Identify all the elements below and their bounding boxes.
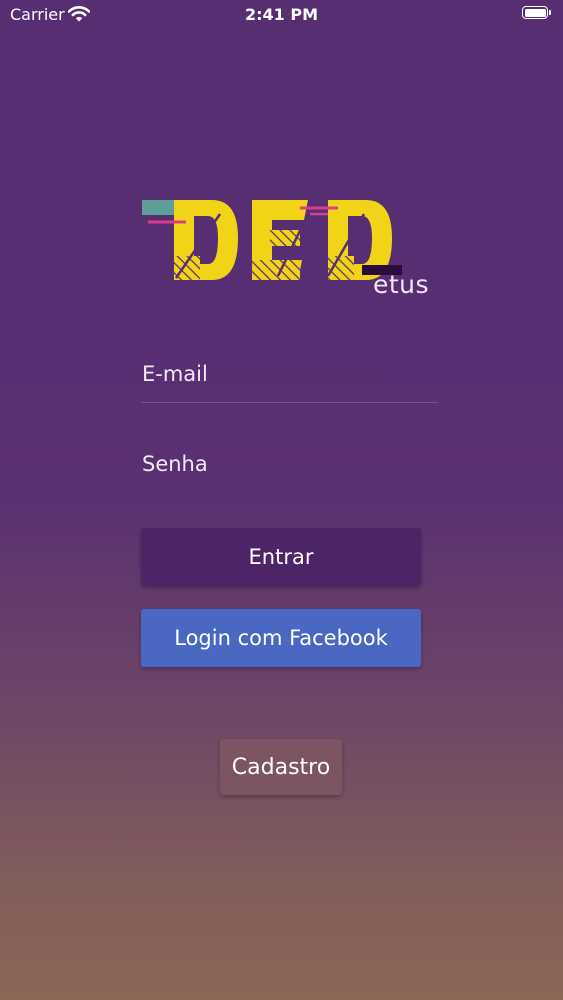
battery-icon <box>522 6 551 19</box>
login-button[interactable]: Entrar <box>141 528 421 586</box>
password-field-container <box>141 436 438 492</box>
password-field[interactable] <box>141 436 438 492</box>
email-field[interactable] <box>141 346 438 402</box>
status-bar: Carrier 2:41 PM <box>0 0 563 30</box>
facebook-login-button[interactable]: Login com Facebook <box>141 609 421 667</box>
email-field-container <box>141 346 438 403</box>
logo-subtext: etus <box>373 270 430 299</box>
clock: 2:41 PM <box>244 5 318 24</box>
signup-button[interactable]: Cadastro <box>220 739 342 795</box>
